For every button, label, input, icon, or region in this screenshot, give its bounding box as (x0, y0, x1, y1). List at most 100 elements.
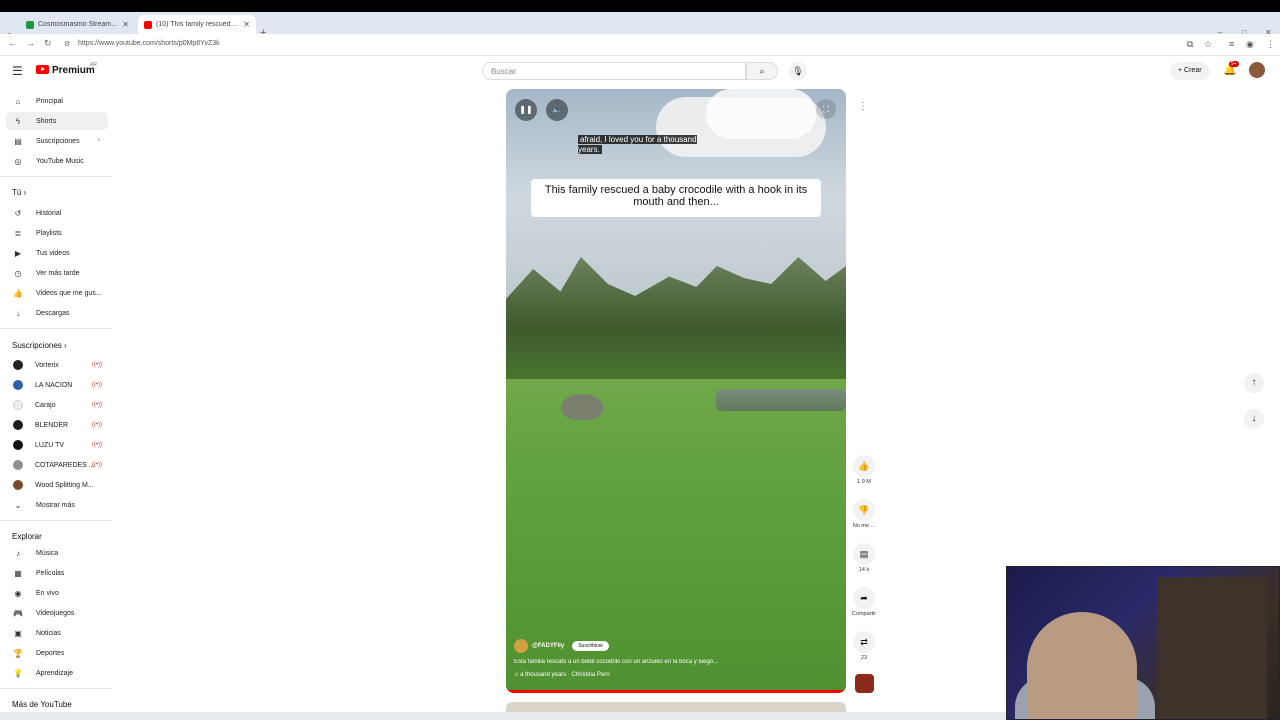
youtube-favicon-icon (144, 20, 152, 29)
video-description[interactable]: Esta familia rescató a un bebé cocodrilo… (514, 659, 834, 665)
menu-icon[interactable]: ☰ (12, 64, 23, 78)
comments-action[interactable]: ▤ 14 k (850, 543, 878, 573)
dislike-icon[interactable]: 👎 (853, 499, 875, 521)
premium-logo-text[interactable]: Premium (52, 65, 95, 76)
browser-tab-bar: ⌄ Cosmosmasmo Stream - Watch ✕ (10) This… (0, 12, 1280, 39)
bookmark-star-icon[interactable]: ☆ (1204, 39, 1212, 50)
voice-search-button[interactable]: 🎙 (789, 62, 807, 80)
sidebar-channel-cotaparedes[interactable]: COTAPAREDES ... ((•)) (6, 456, 108, 474)
video-water (716, 389, 846, 411)
music-note-icon: ♪ (16, 548, 20, 558)
sidebar-item-shorts[interactable]: ϟ Shorts (6, 112, 108, 130)
share-action[interactable]: ➦ Compartir (850, 587, 878, 617)
profile-icon[interactable]: ◉ (1246, 39, 1254, 50)
sidebar-item-live[interactable]: ◉ En vivo (6, 584, 108, 602)
sidebar-channel-luzu-tv[interactable]: LUZU TV ((•)) (6, 436, 108, 454)
divider (0, 520, 112, 521)
fullscreen-button[interactable]: ⛶ (816, 99, 836, 119)
subscribe-button[interactable]: Suscribirse (572, 641, 609, 651)
share-icon[interactable]: ➦ (853, 587, 875, 609)
new-dot-icon: • (97, 138, 100, 144)
close-tab-icon[interactable]: ✕ (243, 20, 250, 29)
shorts-icon: ϟ (15, 116, 21, 126)
video-progress-bar[interactable] (506, 690, 846, 693)
short-video-player[interactable]: ❚❚ 🔈 ⛶ afraid, I loved you for a thousan… (506, 89, 846, 693)
install-icon[interactable]: ⧉ (1187, 39, 1193, 50)
liked-icon: 👍 (13, 288, 23, 298)
sidebar-item-gaming[interactable]: 🎮 Videojuegos (6, 604, 108, 622)
pause-button[interactable]: ❚❚ (515, 99, 537, 121)
more-options-icon[interactable]: ⋮ (858, 101, 868, 112)
sidebar-item-news[interactable]: ▣ Noticias (6, 624, 108, 642)
sidebar-channel-carajo[interactable]: Carajo ((•)) (6, 396, 108, 414)
webcam-background-shelf (1157, 577, 1267, 719)
video-animal (561, 394, 603, 420)
sidebar-item-principal[interactable]: ⌂ Principal (6, 92, 108, 110)
sidebar-item-youtube-music[interactable]: ◎ YouTube Music (6, 152, 108, 170)
share-label: Compartir (851, 611, 877, 617)
sidebar-channel-wood-splitting[interactable]: Wood Splitting M... (6, 476, 108, 494)
home-icon: ⌂ (15, 96, 21, 106)
comments-count: 14 k (858, 567, 870, 573)
window-top-strip (0, 0, 1280, 12)
forward-icon[interactable]: → (26, 38, 35, 48)
live-icon: ((•)) (91, 402, 102, 408)
sidebar-item-movies[interactable]: ▦ Películas (6, 564, 108, 582)
url-field[interactable]: https://www.youtube.com/shorts/p0Mp8YvZ3… (78, 40, 220, 47)
sidebar-show-more[interactable]: ⌄ Mostrar más (6, 496, 108, 514)
divider (0, 688, 112, 689)
sidebar-item-watch-later[interactable]: ◷ Ver más tarde (6, 264, 108, 282)
history-icon: ↺ (14, 208, 22, 218)
extensions-icon[interactable]: ≡ (1229, 39, 1234, 49)
reload-icon[interactable]: ↻ (44, 38, 52, 49)
dislike-action[interactable]: 👎 No me ... (850, 499, 878, 529)
channel-avatar (13, 480, 23, 490)
avatar[interactable] (1249, 62, 1265, 78)
like-icon[interactable]: 👍 (853, 455, 875, 477)
previous-short-button[interactable]: ↑ (1244, 373, 1264, 393)
subscriptions-section-title[interactable]: Suscripciones › (12, 341, 67, 350)
sidebar-channel-la-nacion[interactable]: LA NACION ((•)) (6, 376, 108, 394)
sidebar-item-learning[interactable]: 💡 Aprendizaje (6, 664, 108, 682)
video-music-link[interactable]: ♫ a thousand years · Christina Perri (514, 672, 610, 678)
close-tab-icon[interactable]: ✕ (122, 20, 129, 29)
video-cloud (706, 89, 816, 139)
browser-menu-icon[interactable]: ⋮ (1266, 39, 1275, 50)
volume-icon: 🔈 (552, 105, 562, 114)
remix-icon[interactable]: ⇄ (853, 631, 875, 653)
sidebar-item-your-videos[interactable]: ▶ Tus videos (6, 244, 108, 262)
browser-tab-youtube[interactable]: (10) This family rescued a b ✕ (138, 15, 256, 34)
back-icon[interactable]: ← (8, 38, 17, 48)
arrow-down-icon: ↓ (1251, 413, 1257, 424)
create-button[interactable]: + Crear (1170, 62, 1210, 80)
fullscreen-icon: ⛶ (822, 104, 830, 114)
search-button[interactable]: ⌕ (746, 62, 778, 80)
comment-icon[interactable]: ▤ (853, 543, 875, 565)
browser-tab-stream[interactable]: Cosmosmasmo Stream - Watch ✕ (20, 15, 135, 34)
you-section-title[interactable]: Tú › (12, 188, 26, 197)
channel-avatar (13, 420, 23, 430)
channel-avatar[interactable] (514, 639, 528, 653)
sidebar-channel-vorterix[interactable]: Vorterix ((•)) (6, 356, 108, 374)
remix-action[interactable]: ⇄ 23 (850, 631, 878, 661)
sidebar-item-playlists[interactable]: ≣ Playlists (6, 224, 108, 242)
like-action[interactable]: 👍 1.9 M (850, 455, 878, 485)
site-info-icon[interactable]: ⚙ (64, 40, 70, 48)
sidebar-channel-blender[interactable]: BLENDER ((•)) (6, 416, 108, 434)
channel-avatar (13, 460, 23, 470)
music-icon: ◎ (14, 156, 22, 166)
youtube-logo-icon[interactable] (36, 65, 49, 74)
volume-button[interactable]: 🔈 (546, 99, 568, 121)
sidebar-item-history[interactable]: ↺ Historial (6, 204, 108, 222)
sidebar-item-music[interactable]: ♪ Música (6, 544, 108, 562)
news-icon: ▣ (14, 628, 22, 638)
search-input[interactable]: Buscar (482, 62, 746, 80)
sidebar-item-sports[interactable]: 🏆 Deportes (6, 644, 108, 662)
download-icon: ↓ (16, 308, 20, 318)
next-short-button[interactable]: ↓ (1244, 409, 1264, 429)
sound-thumbnail[interactable] (855, 674, 874, 693)
sidebar-item-subscriptions[interactable]: ▤ Suscripciones • (6, 132, 108, 150)
channel-name[interactable]: @FADYFily (532, 643, 564, 649)
sidebar-item-downloads[interactable]: ↓ Descargas (6, 304, 108, 322)
sidebar-item-liked-videos[interactable]: 👍 Videos que me gus... (6, 284, 108, 302)
